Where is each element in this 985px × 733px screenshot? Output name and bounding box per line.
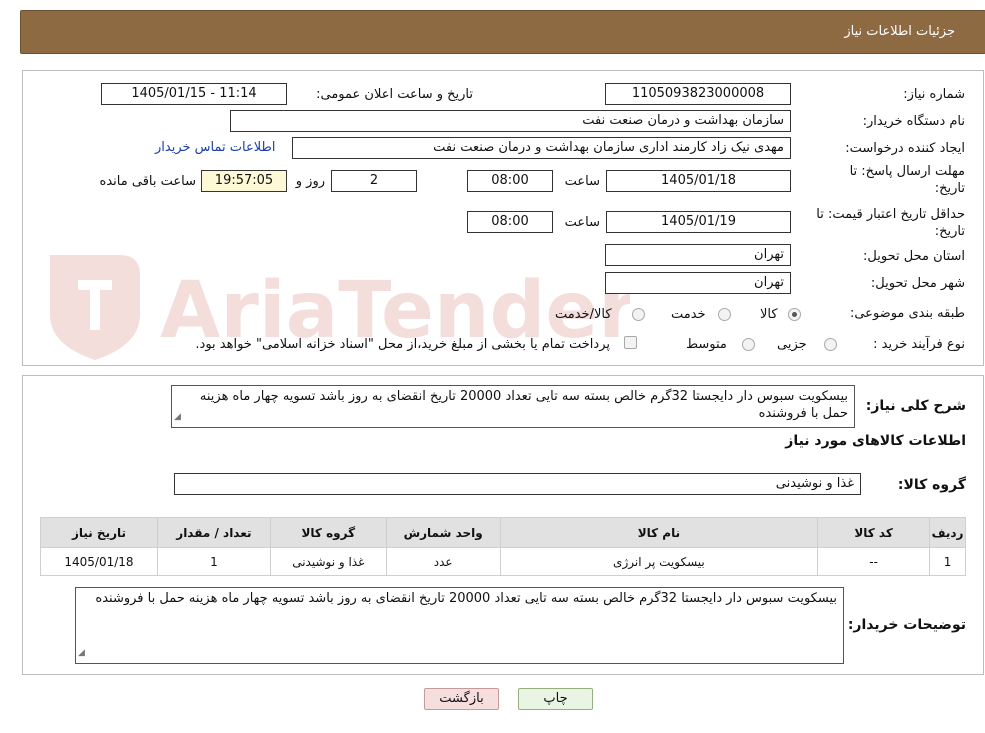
items-table: ردیف کد کالا نام کالا واحد شمارش گروه کا… — [40, 517, 966, 576]
summary-text: بیسکویت سبوس دار دایجستا 32گرم خالص بسته… — [199, 389, 848, 421]
summary-textarea[interactable]: بیسکویت سبوس دار دایجستا 32گرم خالص بسته… — [171, 385, 855, 428]
reply-deadline-label: مهلت ارسال پاسخ: تا تاریخ: — [849, 164, 965, 196]
price-validity-time: 08:00 — [467, 211, 553, 233]
resize-grip-icon[interactable]: ◢ — [78, 645, 85, 662]
category-label: طبقه بندی موضوعی: — [849, 306, 965, 321]
remaining-time-field: 19:57:05 — [201, 170, 287, 192]
days-label: روز و — [295, 174, 325, 189]
cell-unit: عدد — [385, 547, 501, 576]
need-number-field: 1105093823000008 — [605, 83, 791, 105]
treasury-payment-checkbox[interactable] — [624, 336, 637, 349]
price-validity-label: حداقل تاریخ اعتبار قیمت: تا تاریخ: — [816, 207, 965, 239]
buyer-notes-text: بیسکویت سبوس دار دایجستا 32گرم خالص بسته… — [95, 591, 837, 606]
cell-code: -- — [817, 547, 931, 576]
col-date: تاریخ نیاز — [40, 517, 158, 548]
goods-group-label: گروه کالا: — [897, 477, 966, 493]
items-table-header: ردیف کد کالا نام کالا واحد شمارش گروه کا… — [40, 517, 966, 548]
province-field: تهران — [605, 244, 791, 266]
col-qty: تعداد / مقدار — [156, 517, 271, 548]
city-field: تهران — [605, 272, 791, 294]
resize-grip-icon[interactable]: ◢ — [174, 409, 181, 426]
col-unit: واحد شمارش — [385, 517, 501, 548]
reply-time-label: ساعت — [564, 174, 600, 189]
announce-datetime-field: 1405/01/15 - 11:14 — [101, 83, 287, 105]
cell-date: 1405/01/18 — [40, 547, 158, 576]
reply-deadline-time: 08:00 — [467, 170, 553, 192]
col-name: نام کالا — [499, 517, 819, 548]
cell-name: بیسکویت پر انرژی — [499, 547, 819, 576]
buyer-contact-link[interactable]: اطلاعات تماس خریدار — [155, 140, 275, 155]
summary-label: شرح کلی نیاز: — [865, 398, 966, 414]
remaining-label: ساعت باقی مانده — [99, 174, 196, 189]
announce-label: تاریخ و ساعت اعلان عمومی: — [316, 87, 473, 102]
category-option-goods: کالا — [760, 307, 778, 322]
reply-deadline-date: 1405/01/18 — [606, 170, 791, 192]
buyer-org-field: سازمان بهداشت و درمان صنعت نفت — [230, 110, 791, 132]
print-button[interactable]: چاپ — [518, 688, 593, 710]
process-option-minor: جزیی — [777, 337, 807, 352]
category-option-service: خدمت — [671, 307, 706, 322]
cell-row: 1 — [929, 547, 966, 576]
treasury-payment-note: پرداخت تمام یا بخشی از مبلغ خرید،از محل … — [195, 337, 610, 352]
cell-group: غذا و نوشیدنی — [269, 547, 387, 576]
category-option-goods-service: کالا/خدمت — [555, 307, 612, 322]
city-label: شهر محل تحویل: — [870, 276, 965, 291]
process-label: نوع فرآیند خرید : — [873, 337, 965, 352]
province-label: استان محل تحویل: — [863, 249, 965, 264]
requester-label: ایجاد کننده درخواست: — [845, 141, 965, 156]
process-radio-minor[interactable] — [824, 338, 837, 351]
process-radio-medium[interactable] — [742, 338, 755, 351]
buyer-org-label: نام دستگاه خریدار: — [862, 114, 965, 129]
table-row: 1 -- بیسکویت پر انرژی عدد غذا و نوشیدنی … — [40, 547, 966, 576]
col-group: گروه کالا — [269, 517, 387, 548]
col-code: کد کالا — [817, 517, 931, 548]
price-validity-date: 1405/01/19 — [606, 211, 791, 233]
category-radio-goods[interactable] — [788, 308, 801, 321]
buyer-notes-textarea[interactable]: بیسکویت سبوس دار دایجستا 32گرم خالص بسته… — [75, 587, 844, 664]
requester-field: مهدی نیک زاد کارمند اداری سازمان بهداشت … — [292, 137, 791, 159]
reply-days-field: 2 — [331, 170, 417, 192]
page-title: جزئیات اطلاعات نیاز — [844, 24, 955, 39]
buyer-notes-label: توضیحات خریدار: — [847, 617, 966, 633]
goods-group-field: غذا و نوشیدنی — [174, 473, 861, 495]
col-row: ردیف — [929, 517, 966, 548]
items-section-title: اطلاعات کالاهای مورد نیاز — [785, 433, 966, 449]
cell-qty: 1 — [156, 547, 271, 576]
category-radio-goods-service[interactable] — [632, 308, 645, 321]
back-button[interactable]: بازگشت — [424, 688, 499, 710]
need-number-label: شماره نیاز: — [903, 87, 965, 102]
page-header: جزئیات اطلاعات نیاز — [20, 10, 985, 54]
price-time-label: ساعت — [564, 215, 600, 230]
process-option-medium: متوسط — [686, 337, 727, 352]
category-radio-service[interactable] — [718, 308, 731, 321]
